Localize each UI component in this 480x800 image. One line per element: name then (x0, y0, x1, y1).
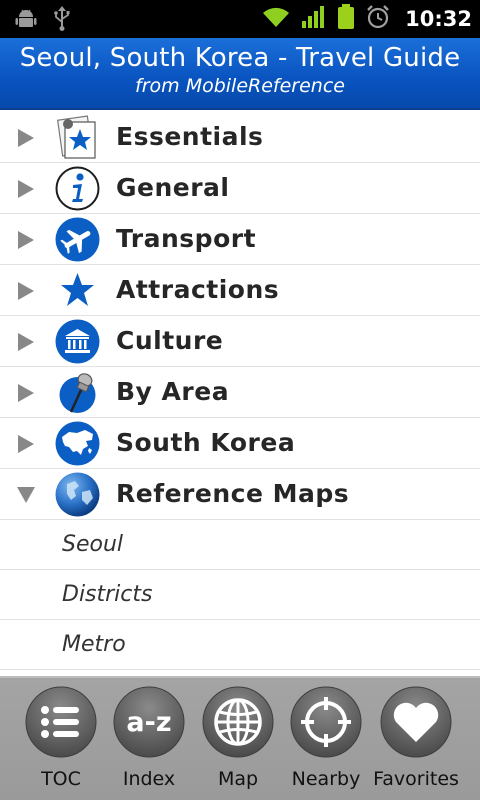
toc-button[interactable]: TOC (16, 684, 106, 798)
menu-item-culture[interactable]: Culture (0, 316, 480, 367)
heart-icon (380, 686, 452, 758)
star-icon (61, 273, 94, 306)
continent-map-icon (55, 421, 100, 466)
app-header: Seoul, South Korea - Travel Guide from M… (0, 38, 480, 110)
menu-item-label: By Area (116, 377, 230, 406)
globe-wire-icon (202, 686, 274, 758)
expand-arrow-icon (18, 180, 34, 198)
submenu-item-label: Seoul (62, 532, 124, 557)
menu-item-label: Culture (116, 326, 224, 355)
menu-item-label: Transport (116, 224, 257, 253)
airplane-icon (55, 217, 100, 262)
submenu-item-label: Districts (62, 582, 153, 607)
battery-icon (337, 4, 355, 34)
info-icon (55, 166, 100, 211)
menu-item-label: Reference Maps (116, 479, 350, 508)
expand-arrow-icon (18, 435, 34, 453)
toc-label: TOC (41, 768, 81, 790)
menu-item-attractions[interactable]: Attractions (0, 265, 480, 316)
android-debug-icon (14, 7, 38, 35)
status-bar: 10:32 (0, 0, 480, 38)
nearby-label: Nearby (291, 768, 361, 790)
submenu-item-metro[interactable]: Metro (0, 620, 480, 670)
menu-item-by-area[interactable]: By Area (0, 367, 480, 418)
menu-item-transport[interactable]: Transport (0, 214, 480, 265)
map-button[interactable]: Map (193, 684, 283, 798)
menu-item-label: General (116, 173, 230, 202)
menu-item-label: Attractions (116, 275, 280, 304)
favorites-label: Favorites (373, 768, 459, 790)
nearby-button[interactable]: Nearby (281, 684, 371, 798)
list-icon (25, 686, 97, 758)
museum-icon (55, 319, 100, 364)
star-document-icon (56, 115, 96, 159)
expand-arrow-icon (18, 384, 34, 402)
page-title: Seoul, South Korea - Travel Guide (19, 43, 461, 73)
expand-arrow-icon (18, 231, 34, 249)
globe-icon (55, 472, 100, 517)
favorites-button[interactable]: Favorites (371, 684, 461, 798)
toc-list: Essentials General Transport Attractions… (0, 112, 480, 670)
page-subtitle: from MobileReference (135, 75, 345, 97)
index-label: Index (122, 768, 176, 790)
map-label: Map (217, 768, 259, 790)
crosshair-icon (290, 686, 362, 758)
clock: 10:32 (405, 7, 472, 31)
menu-item-general[interactable]: General (0, 163, 480, 214)
index-button[interactable]: a-z Index (104, 684, 194, 798)
expand-arrow-icon (18, 282, 34, 300)
usb-icon (52, 6, 72, 36)
menu-item-essentials[interactable]: Essentials (0, 112, 480, 163)
submenu-item-label: Metro (62, 632, 126, 657)
expand-arrow-icon (18, 333, 34, 351)
collapse-arrow-icon (17, 487, 35, 503)
submenu-item-districts[interactable]: Districts (0, 570, 480, 620)
pushpin-icon (59, 373, 96, 413)
wifi-icon (261, 5, 291, 33)
menu-item-south-korea[interactable]: South Korea (0, 418, 480, 469)
menu-item-label: Essentials (116, 122, 264, 151)
alarm-icon (365, 4, 391, 34)
menu-item-label: South Korea (116, 428, 296, 457)
submenu-item-seoul[interactable]: Seoul (0, 520, 480, 570)
bottom-toolbar: TOC a-z Index Map Nearby Favorites (0, 676, 480, 800)
signal-icon (301, 5, 327, 33)
a-z-glyph: a-z (126, 707, 171, 738)
menu-item-reference-maps[interactable]: Reference Maps (0, 469, 480, 520)
a-z-icon: a-z (113, 686, 185, 758)
expand-arrow-icon (18, 129, 34, 147)
